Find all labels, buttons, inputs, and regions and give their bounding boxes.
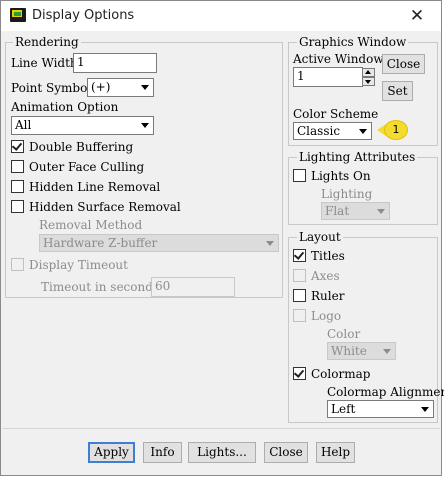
info-button[interactable]: Info <box>143 442 182 463</box>
removal-method-value: Hardware Z-buffer <box>43 236 158 250</box>
hidden-line-removal-checkbox[interactable] <box>11 180 24 193</box>
arrow-up-icon <box>365 70 371 74</box>
display-timeout-label: Display Timeout <box>29 258 128 272</box>
lighting-attributes-group-label: Lighting Attributes <box>297 150 418 164</box>
layout-group-label: Layout <box>297 230 343 244</box>
checkmark-icon <box>11 140 23 151</box>
outer-face-culling-checkbox[interactable] <box>11 160 24 173</box>
colormap-alignment-select[interactable]: Left <box>327 400 434 418</box>
checkmark-icon <box>293 367 305 378</box>
active-window-label: Active Window <box>293 52 384 66</box>
logo-color-select[interactable]: White <box>327 342 396 360</box>
graphics-close-button[interactable]: Close <box>382 54 425 74</box>
animation-option-label: Animation Option <box>11 100 119 114</box>
window-close-icon[interactable]: ✕ <box>403 3 431 29</box>
active-window-input[interactable]: 1 <box>293 67 363 87</box>
colormap-checkbox[interactable] <box>293 367 306 380</box>
line-width-input[interactable]: 1 <box>73 53 157 73</box>
lighting-label: Lighting <box>321 187 373 201</box>
animation-option-select[interactable]: All <box>11 116 154 135</box>
removal-method-label: Removal Method <box>39 218 143 232</box>
timeout-seconds-label: Timeout in seconds <box>41 280 160 294</box>
graphics-window-group-label: Graphics Window <box>297 35 409 49</box>
footer-divider <box>2 428 440 429</box>
color-scheme-value: Classic <box>297 124 341 138</box>
logo-label: Logo <box>311 309 342 323</box>
double-buffering-label: Double Buffering <box>29 140 134 154</box>
color-scheme-select[interactable]: Classic <box>293 122 372 140</box>
color-label: Color <box>327 327 361 341</box>
hidden-surface-removal-checkbox[interactable] <box>11 200 24 213</box>
colormap-label: Colormap <box>311 367 371 381</box>
lights-button[interactable]: Lights... <box>188 442 256 463</box>
animation-option-value: All <box>15 118 32 132</box>
colormap-alignment-label: Colormap Alignment <box>327 385 444 399</box>
titles-label: Titles <box>311 249 345 263</box>
window-title: Display Options <box>32 8 135 23</box>
hidden-line-removal-label: Hidden Line Removal <box>29 180 161 194</box>
logo-color-value: White <box>331 344 367 358</box>
chevron-down-icon <box>383 349 391 354</box>
chevron-down-icon <box>377 209 385 214</box>
double-buffering-checkbox[interactable] <box>11 140 24 153</box>
point-symbol-select[interactable]: (+) <box>87 78 154 97</box>
chevron-down-icon <box>359 129 367 134</box>
chevron-down-icon <box>266 241 274 246</box>
logo-checkbox[interactable] <box>293 309 306 322</box>
color-scheme-label: Color Scheme <box>293 107 379 121</box>
arrow-down-icon <box>365 80 371 84</box>
callout-badge: 1 <box>385 121 407 139</box>
lighting-value: Flat <box>325 204 350 218</box>
colormap-alignment-value: Left <box>331 402 356 416</box>
point-symbol-value: (+) <box>91 80 111 94</box>
axes-label: Axes <box>311 269 340 283</box>
ruler-checkbox[interactable] <box>293 289 306 302</box>
ruler-label: Ruler <box>311 289 345 303</box>
line-width-label: Line Width <box>11 56 78 70</box>
chevron-down-icon <box>141 85 149 90</box>
outer-face-culling-label: Outer Face Culling <box>29 160 145 174</box>
point-symbol-label: Point Symbol <box>11 81 92 95</box>
active-window-spin-down[interactable] <box>362 77 375 86</box>
titles-checkbox[interactable] <box>293 249 306 262</box>
display-app-icon <box>10 8 26 22</box>
title-bar: Display Options ✕ <box>1 1 441 31</box>
help-button[interactable]: Help <box>316 442 355 463</box>
timeout-seconds-input[interactable]: 60 <box>151 277 235 297</box>
lights-on-label: Lights On <box>311 169 371 183</box>
lights-on-checkbox[interactable] <box>293 169 306 182</box>
apply-button[interactable]: Apply <box>88 442 135 463</box>
axes-checkbox[interactable] <box>293 269 306 282</box>
rendering-group-label: Rendering <box>13 35 81 49</box>
hidden-surface-removal-label: Hidden Surface Removal <box>29 200 181 214</box>
display-timeout-checkbox[interactable] <box>11 258 24 271</box>
display-options-window: Display Options ✕ Rendering Line Width 1… <box>0 0 444 476</box>
removal-method-select[interactable]: Hardware Z-buffer <box>39 234 279 252</box>
graphics-set-button[interactable]: Set <box>382 81 413 101</box>
chevron-down-icon <box>421 407 429 412</box>
active-window-spin-up[interactable] <box>362 68 375 77</box>
chevron-down-icon <box>141 123 149 128</box>
lighting-select[interactable]: Flat <box>321 202 390 220</box>
close-button[interactable]: Close <box>264 442 308 463</box>
checkmark-icon <box>293 249 305 260</box>
